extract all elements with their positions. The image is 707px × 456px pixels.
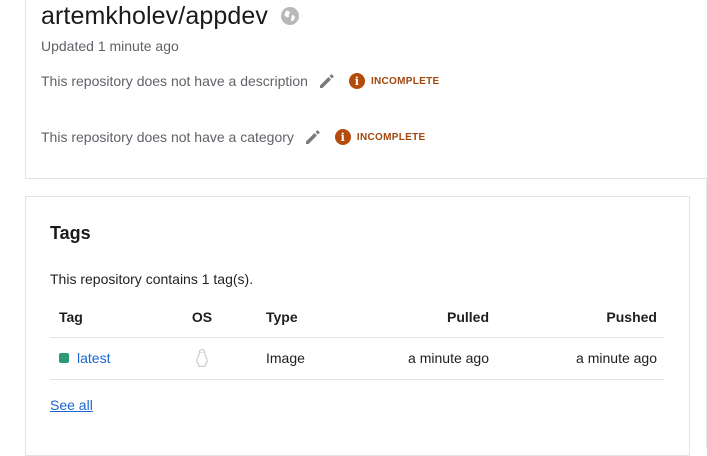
category-status-badge: i INCOMPLETE bbox=[334, 129, 426, 145]
tags-card: Tags This repository contains 1 tag(s). … bbox=[25, 196, 690, 456]
tag-link-latest[interactable]: latest bbox=[77, 350, 110, 366]
type-cell: Image bbox=[266, 350, 305, 366]
info-icon: i bbox=[348, 73, 365, 89]
edit-description-pencil-icon[interactable] bbox=[318, 72, 336, 90]
category-status-label: INCOMPLETE bbox=[356, 131, 426, 143]
globe-icon bbox=[280, 7, 299, 25]
info-icon: i bbox=[334, 129, 351, 145]
column-header-pulled: Pulled bbox=[446, 309, 489, 325]
pushed-cell: a minute ago bbox=[576, 350, 657, 366]
pulled-cell: a minute ago bbox=[408, 350, 489, 366]
description-text: This repository does not have a descript… bbox=[41, 73, 308, 89]
column-header-type: Type bbox=[266, 309, 298, 325]
column-header-pushed: Pushed bbox=[606, 309, 657, 325]
linux-icon bbox=[196, 348, 208, 367]
table-header-row: Tag OS Type Pulled Pushed bbox=[50, 297, 664, 338]
tags-summary: This repository contains 1 tag(s). bbox=[50, 271, 254, 287]
column-header-os: OS bbox=[191, 309, 213, 325]
column-header-tag: Tag bbox=[59, 309, 83, 325]
category-row: This repository does not have a category… bbox=[41, 128, 425, 146]
tags-table: Tag OS Type Pulled Pushed latest Image a… bbox=[50, 297, 664, 380]
table-row: latest Image a minute ago a minute ago bbox=[50, 338, 664, 380]
edit-category-pencil-icon[interactable] bbox=[304, 128, 322, 146]
updated-timestamp: Updated 1 minute ago bbox=[41, 38, 179, 54]
tags-heading: Tags bbox=[50, 223, 91, 243]
tag-status-indicator bbox=[59, 353, 69, 363]
repository-title: artemkholev/appdev bbox=[41, 1, 268, 30]
repository-header: artemkholev/appdev bbox=[41, 0, 300, 32]
description-status-badge: i INCOMPLETE bbox=[348, 73, 440, 89]
see-all-link[interactable]: See all bbox=[50, 397, 93, 413]
tag-cell: latest bbox=[59, 338, 110, 378]
description-row: This repository does not have a descript… bbox=[41, 72, 440, 90]
os-cell bbox=[192, 338, 212, 378]
category-text: This repository does not have a category bbox=[41, 129, 294, 145]
description-status-label: INCOMPLETE bbox=[370, 75, 440, 87]
